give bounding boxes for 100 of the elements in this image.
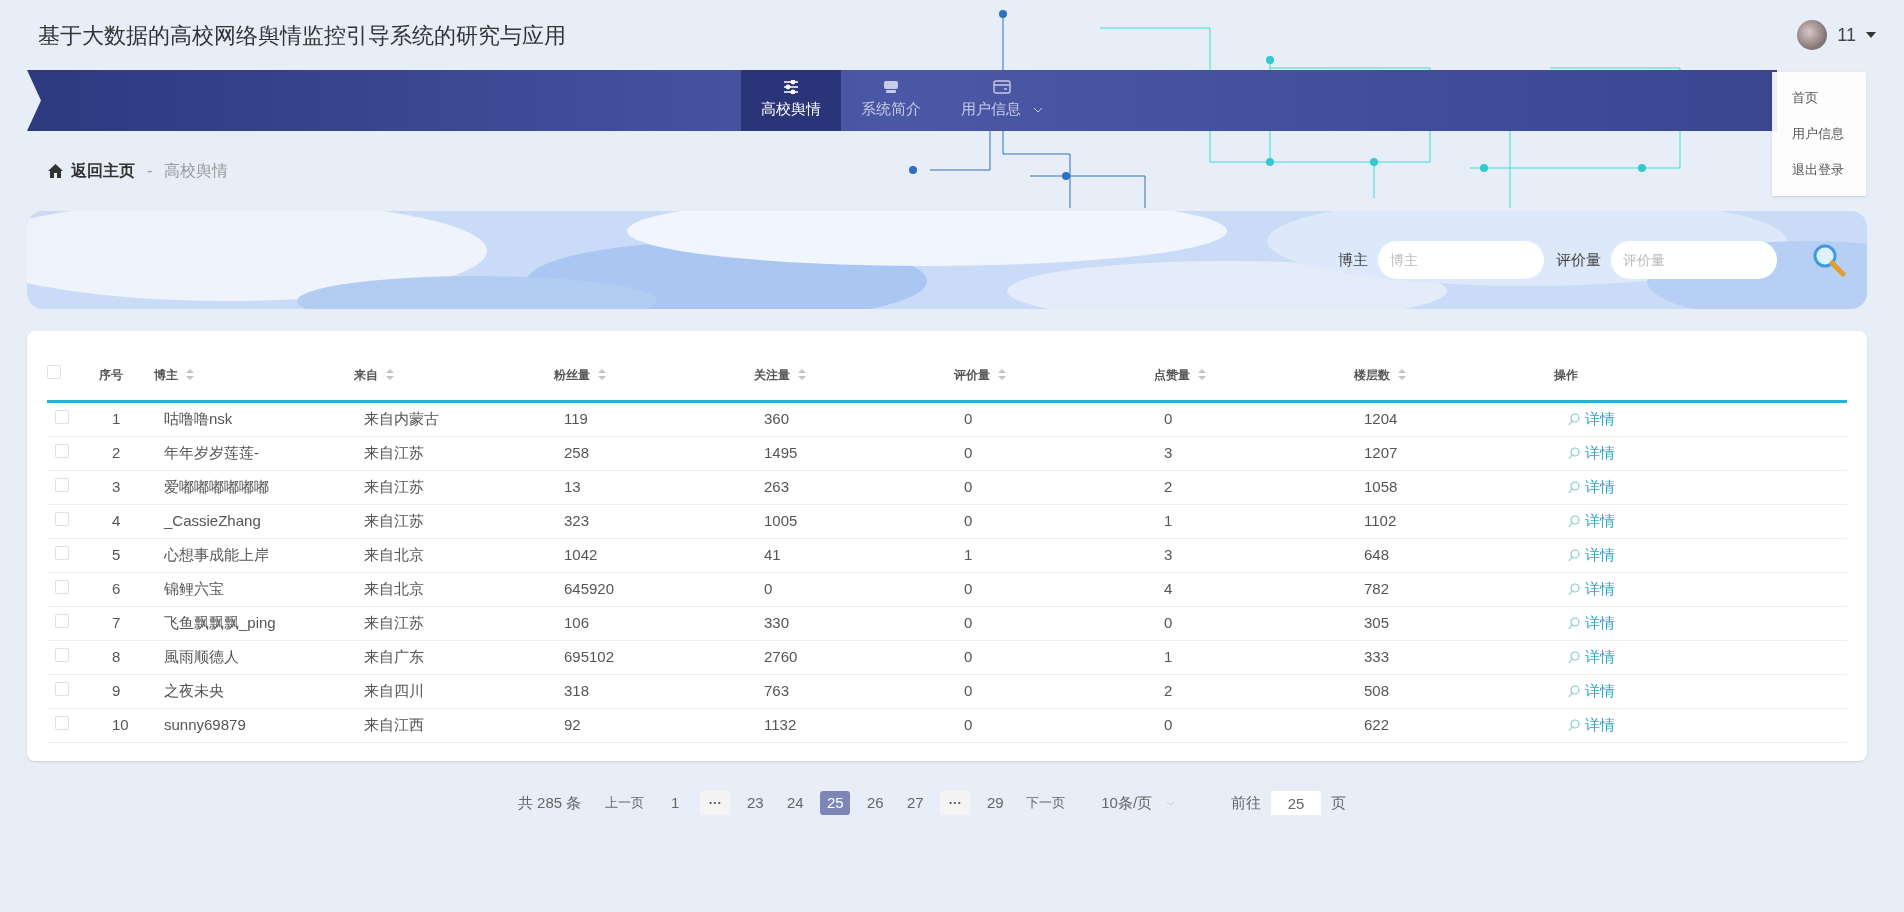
table-cell-text: 0 — [1163, 715, 1173, 736]
table-cell-text: 258 — [563, 443, 590, 464]
details-link[interactable]: 详情 — [1554, 476, 1615, 499]
table-cell-text: 1132 — [763, 715, 797, 736]
prev-page-button[interactable]: 上一页 — [599, 793, 651, 813]
table-cell-text: 2 — [1163, 477, 1173, 498]
menu-item[interactable]: 用户信息 — [1772, 116, 1866, 152]
table-cell-text: 0 — [963, 511, 973, 532]
table-cell-text: 2760 — [763, 647, 798, 668]
details-link[interactable]: 详情 — [1554, 646, 1615, 669]
search-icon — [1568, 719, 1581, 732]
sort-icon[interactable] — [1198, 369, 1206, 380]
checkbox[interactable] — [55, 478, 69, 493]
nav-tab[interactable]: 高校舆情 — [741, 70, 841, 131]
checkbox[interactable] — [55, 410, 69, 425]
search-icon — [1568, 447, 1581, 460]
page-button[interactable]: 26 — [860, 791, 891, 815]
search-icon — [1568, 481, 1581, 494]
sort-icon[interactable] — [386, 369, 394, 380]
table-cell-text: 360 — [763, 409, 790, 430]
table-cell-text: 318 — [563, 681, 590, 702]
details-link[interactable]: 详情 — [1554, 442, 1615, 465]
table-cell-text: 5 — [111, 545, 121, 566]
sort-icon[interactable] — [998, 369, 1006, 380]
nav-tab[interactable]: 用户信息 — [941, 70, 1063, 131]
checkbox[interactable] — [47, 365, 61, 379]
table-cell-text: 508 — [1363, 681, 1390, 702]
table-cell-text: 0 — [963, 579, 973, 600]
sort-icon[interactable] — [798, 369, 806, 380]
username[interactable]: 11 — [1837, 21, 1856, 49]
details-link[interactable]: 详情 — [1554, 680, 1615, 703]
sort-icon[interactable] — [598, 369, 606, 380]
search-icon[interactable] — [1811, 242, 1847, 278]
table-cell-text: 106 — [563, 613, 590, 634]
nav-tab[interactable]: 系统简介 — [841, 70, 941, 131]
checkbox[interactable] — [55, 546, 69, 561]
menu-item[interactable]: 首页 — [1772, 80, 1866, 116]
search-field[interactable]: 评价量 — [1611, 241, 1777, 279]
checkbox[interactable] — [55, 512, 69, 527]
table-cell-text: 1 — [1163, 511, 1173, 532]
page-button[interactable]: 24 — [780, 791, 811, 815]
details-link[interactable]: 详情 — [1554, 578, 1615, 601]
sliders-icon — [783, 80, 799, 95]
total-count: 共 285 条 — [517, 792, 582, 813]
table-cell-text: 3 — [111, 477, 121, 498]
table-cell-text: 645920 — [563, 579, 615, 600]
details-link[interactable]: 详情 — [1554, 612, 1615, 635]
column-header: 楼层数 — [1354, 366, 1390, 384]
page-button[interactable]: 25 — [820, 791, 851, 815]
goto-page-field[interactable]: 25 — [1271, 791, 1322, 815]
table-cell-text: 之夜未央 — [163, 681, 224, 702]
home-link[interactable]: 返回主页 — [71, 159, 135, 183]
page-button[interactable]: 27 — [900, 791, 931, 815]
checkbox[interactable] — [55, 444, 69, 459]
table-cell-text: 来自江苏 — [363, 613, 424, 634]
table-cell-text: 92 — [563, 715, 581, 736]
table-cell-text: 330 — [763, 613, 790, 634]
more-pages-button[interactable]: ··· — [940, 791, 971, 815]
checkbox[interactable] — [55, 682, 69, 697]
checkbox[interactable] — [55, 716, 69, 731]
table-cell-text: 41 — [763, 545, 781, 566]
search-icon — [1568, 413, 1581, 426]
breadcrumb-current: 高校舆情 — [164, 161, 229, 181]
search-icon — [1568, 549, 1581, 562]
table-cell-text: 9 — [111, 681, 121, 702]
avatar[interactable] — [1797, 20, 1828, 50]
checkbox[interactable] — [55, 614, 69, 629]
search-icon — [1568, 583, 1581, 596]
table-cell-text: 1 — [111, 409, 121, 430]
more-pages-button[interactable]: ··· — [700, 791, 731, 815]
details-link[interactable]: 详情 — [1554, 510, 1615, 533]
column-header: 点赞量 — [1154, 366, 1190, 384]
table-cell-text: 0 — [1163, 613, 1173, 634]
table-cell-text: 7 — [111, 613, 121, 634]
home-icon[interactable] — [48, 164, 63, 178]
caret-icon[interactable] — [1866, 32, 1876, 38]
table-cell-text: 0 — [963, 647, 973, 668]
details-link[interactable]: 详情 — [1554, 408, 1615, 431]
table-cell-text: 飞鱼飘飘飘_ping — [163, 613, 276, 634]
page-button[interactable]: 1 — [660, 791, 691, 815]
table-cell-text: 来自江苏 — [363, 443, 424, 464]
sort-icon[interactable] — [1398, 369, 1406, 380]
page-button[interactable]: 23 — [740, 791, 771, 815]
table-cell-text: 10 — [111, 715, 129, 736]
sort-icon[interactable] — [186, 369, 194, 380]
page-size-select[interactable]: 10条/页 — [1095, 791, 1182, 815]
menu-item[interactable]: 退出登录 — [1772, 152, 1866, 188]
page-button[interactable]: 29 — [980, 791, 1011, 815]
table-cell-text: 763 — [763, 681, 790, 702]
column-header: 关注量 — [754, 366, 790, 384]
details-link[interactable]: 详情 — [1554, 544, 1615, 567]
details-link[interactable]: 详情 — [1554, 714, 1615, 737]
table-cell-text: 2 — [1163, 681, 1173, 702]
next-page-button[interactable]: 下一页 — [1020, 793, 1072, 813]
search-field[interactable]: 博主 — [1378, 241, 1544, 279]
checkbox[interactable] — [55, 580, 69, 595]
checkbox[interactable] — [55, 648, 69, 663]
search-icon — [1568, 617, 1581, 630]
table-cell-text: 锦鲤六宝 — [163, 579, 224, 600]
table-cell-text: 1102 — [1363, 511, 1397, 532]
